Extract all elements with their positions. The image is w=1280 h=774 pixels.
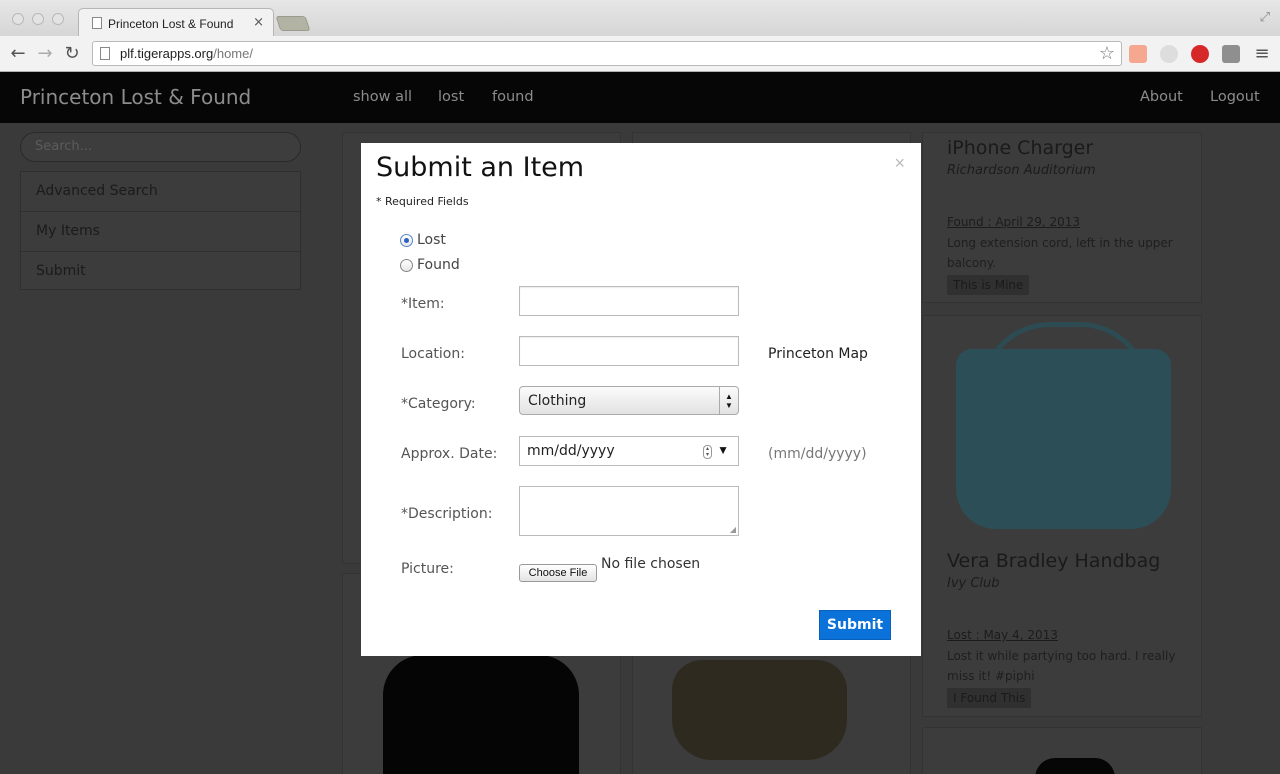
- submit-item-modal: Submit an Item × * Required Fields Lost …: [361, 143, 921, 656]
- location-label: Location:: [401, 346, 465, 362]
- resize-grip-icon[interactable]: ◢: [730, 525, 736, 534]
- card-date[interactable]: Lost : May 4, 2013: [947, 628, 1058, 642]
- i-found-this-button[interactable]: I Found This: [947, 688, 1032, 708]
- date-dropdown-icon[interactable]: ▼: [717, 443, 729, 457]
- description-label: *Description:: [401, 506, 493, 522]
- lost-radio[interactable]: [400, 234, 413, 247]
- category-label: *Category:: [401, 396, 476, 412]
- item-input[interactable]: [519, 286, 739, 316]
- required-fields-note: * Required Fields: [376, 195, 469, 208]
- sidebar-menu: Advanced Search My Items Submit: [20, 171, 301, 290]
- window-close-button[interactable]: [12, 13, 24, 25]
- address-bar[interactable]: plf.tigerapps.org/home/ ☆: [92, 41, 1122, 66]
- sidebar-item-advanced-search[interactable]: Advanced Search: [21, 172, 300, 212]
- search-input[interactable]: Search...: [20, 132, 301, 162]
- nav-lost[interactable]: lost: [438, 89, 464, 105]
- forward-arrow-icon[interactable]: →: [35, 43, 55, 64]
- card-date[interactable]: Found : April 29, 2013: [947, 215, 1080, 229]
- date-input[interactable]: mm/dd/yyyy ▴ ▾ ▼: [519, 436, 739, 466]
- menu-icon[interactable]: ≡: [1252, 43, 1272, 64]
- sidebar-item-submit[interactable]: Submit: [21, 252, 300, 292]
- extension-phone-icon[interactable]: [1160, 45, 1178, 63]
- item-photo-handbag: [956, 349, 1171, 529]
- search-placeholder: Search...: [35, 139, 93, 154]
- card-description: Long extension cord, left in the upper b…: [947, 236, 1173, 270]
- card-location: Ivy Club: [947, 576, 1000, 591]
- submit-button[interactable]: Submit: [819, 610, 891, 640]
- nav-about[interactable]: About: [1140, 89, 1183, 105]
- url-text[interactable]: plf.tigerapps.org/home/: [120, 46, 253, 61]
- site-brand[interactable]: Princeton Lost & Found: [20, 85, 251, 109]
- tab-title: Princeton Lost & Found: [108, 17, 234, 31]
- extension-plus-icon[interactable]: [1129, 45, 1147, 63]
- file-status: No file chosen: [601, 556, 701, 572]
- found-radio[interactable]: [400, 259, 413, 272]
- sidebar-item-my-items[interactable]: My Items: [21, 212, 300, 252]
- page-icon: [92, 17, 102, 29]
- reload-icon[interactable]: ↻: [62, 43, 82, 64]
- description-textarea[interactable]: ◢: [519, 486, 739, 536]
- lost-radio-label[interactable]: Lost: [417, 232, 446, 248]
- item-photo-shirt: [383, 655, 579, 774]
- card-location: Richardson Auditorium: [947, 163, 1096, 178]
- back-arrow-icon[interactable]: ←: [8, 43, 28, 64]
- extension-reader-icon[interactable]: [1222, 45, 1240, 63]
- extension-power-icon[interactable]: [1191, 45, 1209, 63]
- this-is-mine-button[interactable]: This is Mine: [947, 275, 1030, 295]
- fullscreen-icon[interactable]: ⤢: [1260, 10, 1270, 25]
- nav-found[interactable]: found: [492, 89, 534, 105]
- browser-tab[interactable]: Princeton Lost & Found ×: [78, 8, 274, 37]
- found-radio-label[interactable]: Found: [417, 257, 460, 273]
- select-arrows-icon: ▲ ▼: [719, 387, 738, 414]
- item-photo: [1035, 758, 1115, 774]
- card-title[interactable]: Vera Bradley Handbag: [947, 550, 1160, 572]
- date-label: Approx. Date:: [401, 446, 498, 462]
- category-select[interactable]: Clothing ▲ ▼: [519, 386, 739, 415]
- bookmark-star-icon[interactable]: ☆: [1099, 43, 1115, 64]
- page-icon: [100, 47, 110, 60]
- date-spinner-icon[interactable]: ▴ ▾: [703, 445, 712, 459]
- close-icon[interactable]: ×: [894, 153, 905, 174]
- location-input[interactable]: [519, 336, 739, 366]
- princeton-map-link[interactable]: Princeton Map: [768, 346, 868, 362]
- new-tab-button[interactable]: [275, 16, 311, 31]
- date-placeholder: mm/dd/yyyy: [527, 443, 615, 459]
- date-format-hint: (mm/dd/yyyy): [768, 446, 867, 462]
- site-navbar: Princeton Lost & Found show all lost fou…: [0, 72, 1280, 123]
- browser-titlebar: Princeton Lost & Found × ⤢: [0, 0, 1280, 37]
- card-title[interactable]: iPhone Charger: [947, 137, 1093, 159]
- item-photo-backpack: [672, 660, 847, 760]
- choose-file-button[interactable]: Choose File: [519, 564, 597, 582]
- window-zoom-button[interactable]: [52, 13, 64, 25]
- picture-label: Picture:: [401, 561, 454, 577]
- tab-close-icon[interactable]: ×: [253, 15, 264, 30]
- browser-toolbar: ← → ↻ plf.tigerapps.org/home/ ☆ ≡: [0, 36, 1280, 72]
- nav-show-all[interactable]: show all: [353, 89, 412, 105]
- item-label: *Item:: [401, 296, 445, 312]
- category-value: Clothing: [528, 393, 587, 409]
- card-description: Lost it while partying too hard. I reall…: [947, 649, 1176, 683]
- modal-title: Submit an Item: [376, 152, 585, 183]
- window-minimize-button[interactable]: [32, 13, 44, 25]
- nav-logout[interactable]: Logout: [1210, 89, 1260, 105]
